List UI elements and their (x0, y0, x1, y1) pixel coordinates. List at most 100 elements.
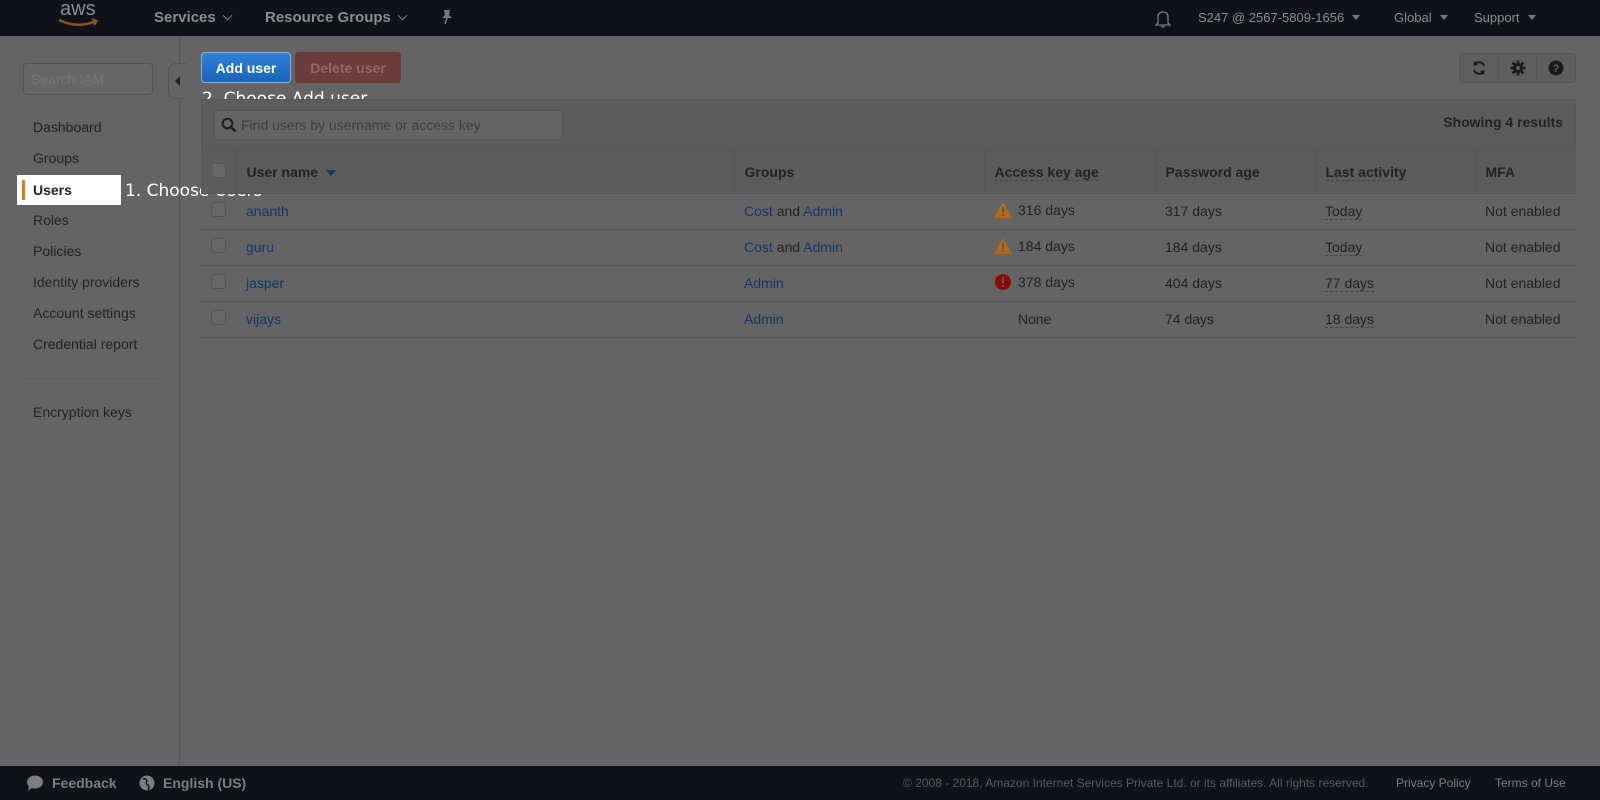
account-label: S247 @ 2567-5809-1656 (1198, 10, 1345, 25)
feedback-button[interactable]: Feedback (26, 775, 117, 791)
sidebar-item-roles[interactable]: Roles (33, 212, 69, 228)
group-link[interactable]: Admin (803, 203, 843, 219)
group-link[interactable]: Cost (744, 239, 773, 255)
table-row[interactable]: vijays Admin None 74 days 18 days Not en… (201, 301, 1576, 338)
search-iam-input[interactable] (23, 63, 153, 95)
privacy-policy-link[interactable]: Privacy Policy (1396, 776, 1471, 790)
group-link[interactable]: Admin (744, 275, 784, 291)
column-header-mfa[interactable]: MFA (1475, 151, 1576, 194)
column-header-user-name[interactable]: User name (236, 151, 735, 194)
table-row[interactable]: jasper Admin 378 days 404 days 77 days N… (201, 265, 1576, 302)
last-activity: Today (1325, 203, 1363, 220)
error-icon (994, 273, 1012, 294)
caret-left-icon (175, 76, 180, 86)
table-filter-bar: Find users by username or access key Sho… (201, 99, 1576, 151)
language-selector[interactable]: English (US) (139, 775, 246, 791)
column-label: MFA (1485, 163, 1516, 180)
resource-groups-menu[interactable]: Resource Groups (265, 9, 408, 26)
refresh-icon (1472, 61, 1485, 75)
footer: Feedback English (US) © 2008 - 2018, Ama… (0, 766, 1600, 800)
sidebar-item-policies[interactable]: Policies (33, 243, 81, 259)
table-row[interactable]: guru Cost and Admin 184 days 184 days To… (201, 229, 1576, 266)
sidebar-item-credential-report[interactable]: Credential report (33, 336, 137, 352)
globe-icon (139, 775, 155, 791)
users-panel: Find users by username or access key Sho… (201, 99, 1576, 339)
help-button[interactable]: ? (1537, 54, 1575, 82)
access-key-age: 184 days (1018, 237, 1075, 254)
settings-button[interactable] (1499, 54, 1538, 82)
mfa-status: Not enabled (1475, 301, 1576, 338)
aws-smile-icon (58, 18, 99, 26)
notifications-button[interactable] (1155, 10, 1171, 28)
services-menu[interactable]: Services (154, 9, 233, 26)
row-checkbox[interactable] (211, 238, 226, 253)
svg-text:?: ? (1553, 63, 1560, 75)
caret-down-icon (1352, 15, 1361, 20)
gear-icon (1510, 60, 1525, 76)
last-activity: 18 days (1325, 311, 1375, 328)
chevron-down-icon (222, 10, 233, 21)
account-menu[interactable]: S247 @ 2567-5809-1656 (1198, 10, 1361, 25)
column-label: Access key age (994, 163, 1099, 181)
find-users-input[interactable]: Find users by username or access key (214, 110, 563, 140)
group-joiner: and (776, 203, 801, 219)
sidebar-item-groups[interactable]: Groups (33, 150, 79, 166)
column-label: Password age (1165, 163, 1260, 180)
caret-down-icon (1527, 15, 1536, 20)
bell-icon (1155, 11, 1171, 28)
password-age: 317 days (1155, 193, 1315, 230)
password-age: 74 days (1155, 301, 1315, 338)
table-tools: ? (1459, 53, 1576, 83)
column-header-password-age[interactable]: Password age (1155, 151, 1316, 194)
user-link[interactable]: ananth (246, 203, 289, 219)
sidebar-item-dashboard[interactable]: Dashboard (33, 119, 102, 135)
resource-groups-label: Resource Groups (265, 9, 391, 26)
column-header-last-activity[interactable]: Last activity (1315, 151, 1476, 194)
top-navigation: aws Services Resource Groups S247 @ 2567… (0, 0, 1600, 36)
support-label: Support (1474, 10, 1520, 25)
add-user-button[interactable]: Add user (201, 52, 291, 83)
find-users-placeholder: Find users by username or access key (241, 117, 481, 133)
row-checkbox[interactable] (211, 310, 226, 325)
sidebar-item-account-settings[interactable]: Account settings (33, 305, 136, 321)
row-checkbox[interactable] (211, 202, 226, 217)
group-link[interactable]: Admin (803, 239, 843, 255)
user-link[interactable]: jasper (246, 275, 284, 291)
speech-bubble-icon (27, 775, 43, 791)
last-activity: 77 days (1325, 275, 1375, 292)
delete-user-button[interactable]: Delete user (295, 52, 401, 83)
services-label: Services (154, 9, 216, 26)
column-header-groups[interactable]: Groups (734, 151, 985, 194)
group-link[interactable]: Cost (744, 203, 773, 219)
sidebar-item-identity-providers[interactable]: Identity providers (33, 274, 140, 290)
warning-icon (994, 237, 1012, 257)
mfa-status: Not enabled (1475, 229, 1576, 266)
group-joiner: and (776, 239, 801, 255)
access-key-age: None (1018, 311, 1052, 327)
select-all-checkbox[interactable] (211, 162, 226, 178)
sidebar-item-encryption-keys[interactable]: Encryption keys (33, 404, 132, 420)
column-label: User name (246, 163, 319, 180)
sidebar-item-users[interactable]: Users (17, 175, 121, 205)
aws-logo[interactable]: aws (56, 0, 102, 36)
sort-descending-icon (326, 170, 337, 177)
user-link[interactable]: vijays (246, 311, 281, 327)
row-checkbox[interactable] (211, 274, 226, 289)
user-link[interactable]: guru (246, 239, 274, 255)
collapse-sidebar-button[interactable] (168, 63, 186, 99)
copyright-text: © 2008 - 2018, Amazon Internet Services … (903, 776, 1369, 790)
results-count: Showing 4 results (1443, 114, 1563, 130)
terms-of-use-link[interactable]: Terms of Use (1495, 776, 1566, 790)
refresh-button[interactable] (1460, 54, 1499, 82)
table-row[interactable]: ananth Cost and Admin 316 days 317 days … (201, 193, 1576, 230)
feedback-label: Feedback (52, 775, 117, 791)
column-label: Groups (744, 163, 795, 180)
column-header-access-key-age[interactable]: Access key age (984, 151, 1156, 194)
region-menu[interactable]: Global (1394, 10, 1448, 25)
support-menu[interactable]: Support (1474, 10, 1536, 25)
group-link[interactable]: Admin (744, 311, 784, 327)
sidebar: Dashboard Groups Users Roles Policies Id… (0, 36, 186, 766)
sidebar-item-label: Users (33, 182, 72, 198)
mfa-status: Not enabled (1475, 265, 1576, 302)
pin-button[interactable] (440, 9, 454, 25)
